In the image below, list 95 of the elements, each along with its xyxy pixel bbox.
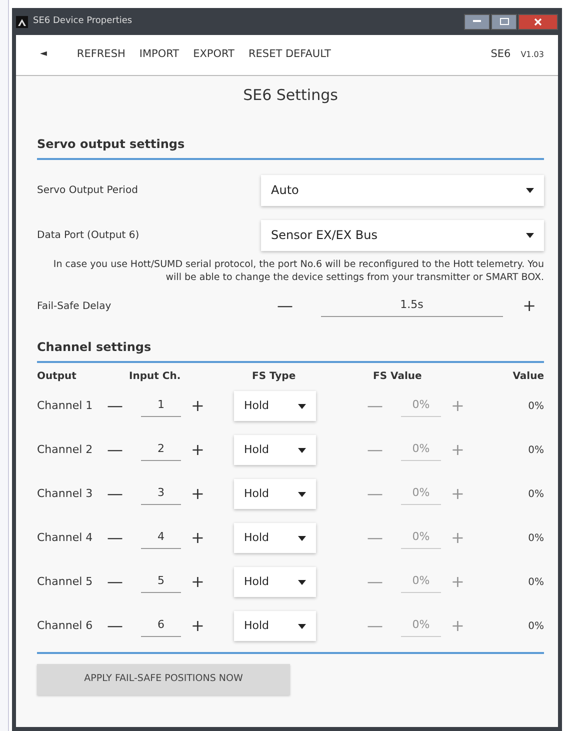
toolbar-button[interactable]: IMPORT xyxy=(137,47,182,63)
app-logo-icon xyxy=(16,16,28,28)
minus-button[interactable]: — xyxy=(261,298,309,314)
plus-button: + xyxy=(451,486,464,502)
field-label: Servo Output Period xyxy=(37,184,139,198)
plus-button: + xyxy=(451,574,464,590)
info-note: In case you use Hott/SUMD serial protocol, the port No.6 will be reconfigured to the Hott telemetry. You will be able to change the device settings from your transmitter or SMART BOX. xyxy=(52,258,544,284)
column-header: Input Ch. xyxy=(128,370,182,384)
fs-value-field: 0% xyxy=(401,571,441,593)
channel-value: 0% xyxy=(527,576,544,590)
channel-label: Channel 3 xyxy=(37,486,94,502)
field-label: Data Port (Output 6) xyxy=(37,228,140,242)
minus-button[interactable]: — xyxy=(99,618,131,634)
column-header: FS Type xyxy=(251,370,297,384)
fs-type-select[interactable]: Hold xyxy=(234,611,316,642)
channel-value: 0% xyxy=(527,444,544,458)
fs-type-select[interactable]: Hold xyxy=(234,391,316,422)
input-channel-field[interactable]: 6 xyxy=(141,615,181,637)
caret-icon xyxy=(298,580,306,585)
fs-type-select[interactable]: Hold xyxy=(234,567,316,598)
input-channel-field[interactable]: 5 xyxy=(141,571,181,593)
fs-type-select[interactable]: Hold xyxy=(234,435,316,466)
plus-button: + xyxy=(451,398,464,414)
version-label: V1.03 xyxy=(520,49,544,61)
plus-button[interactable]: + xyxy=(191,398,204,414)
column-header: FS Value xyxy=(372,370,423,384)
section-heading: Servo output settings xyxy=(37,134,544,160)
fs-value-field: 0% xyxy=(401,615,441,637)
plus-button: + xyxy=(451,442,464,458)
input-channel-field[interactable]: 2 xyxy=(141,439,181,461)
fs-value-field: 0% xyxy=(401,483,441,505)
channel-value: 0% xyxy=(527,620,544,634)
fs-type-select[interactable]: Hold xyxy=(234,523,316,554)
toolbar-button[interactable]: RESET DEFAULT xyxy=(246,47,333,63)
minus-button[interactable]: — xyxy=(99,442,131,458)
plus-button: + xyxy=(451,530,464,546)
channel-label: Channel 4 xyxy=(37,530,94,546)
channel-value: 0% xyxy=(527,400,544,414)
minus-button: — xyxy=(359,574,391,590)
apply-button[interactable]: APPLY FAIL-SAFE POSITIONS NOW xyxy=(37,664,290,696)
select-dropdown[interactable]: Sensor EX/EX Bus xyxy=(261,220,544,250)
plus-button[interactable]: + xyxy=(514,298,544,314)
fs-value-field: 0% xyxy=(401,395,441,417)
field-label: Fail-Safe Delay xyxy=(37,300,112,314)
minus-button: — xyxy=(359,486,391,502)
channel-value: 0% xyxy=(527,532,544,546)
maximize-button[interactable] xyxy=(491,14,517,30)
minimize-icon xyxy=(473,20,481,23)
plus-button[interactable]: + xyxy=(191,486,204,502)
back-button[interactable]: ◄ xyxy=(38,48,49,62)
page-title: SE6 Settings xyxy=(242,85,339,106)
caret-icon xyxy=(526,188,534,192)
caret-icon xyxy=(298,404,306,409)
minus-button[interactable]: — xyxy=(99,574,131,590)
caret-icon xyxy=(298,536,306,541)
caret-icon xyxy=(298,624,306,629)
minimize-button[interactable] xyxy=(464,14,490,30)
minus-button: — xyxy=(359,618,391,634)
close-button[interactable] xyxy=(518,14,558,30)
plus-button[interactable]: + xyxy=(191,442,204,458)
window-title: SE6 Device Properties xyxy=(33,14,132,28)
channel-label: Channel 1 xyxy=(37,398,94,414)
minus-button[interactable]: — xyxy=(99,486,131,502)
channel-label: Channel 6 xyxy=(37,618,94,634)
fs-type-select[interactable]: Hold xyxy=(234,479,316,510)
plus-button[interactable]: + xyxy=(191,574,204,590)
minus-button: — xyxy=(359,530,391,546)
column-header: Output xyxy=(37,370,78,384)
minus-button[interactable]: — xyxy=(99,398,131,414)
channel-value: 0% xyxy=(527,488,544,502)
fs-value-field: 0% xyxy=(401,527,441,549)
input-channel-field[interactable]: 4 xyxy=(141,527,181,549)
minus-button: — xyxy=(359,398,391,414)
fs-value-field: 0% xyxy=(401,439,441,461)
minus-button[interactable]: — xyxy=(99,530,131,546)
column-header: Value xyxy=(512,370,544,384)
channel-label: Channel 5 xyxy=(37,574,94,590)
plus-button[interactable]: + xyxy=(191,618,204,634)
select-dropdown[interactable]: Auto xyxy=(261,174,544,206)
plus-button[interactable]: + xyxy=(191,530,204,546)
device-name: SE6 xyxy=(490,47,511,62)
caret-icon xyxy=(526,232,534,238)
toolbar-button[interactable]: REFRESH xyxy=(74,47,128,63)
input-channel-field[interactable]: 1 xyxy=(141,395,181,417)
channel-label: Channel 2 xyxy=(37,442,94,458)
input-channel-field[interactable]: 3 xyxy=(141,483,181,505)
close-icon xyxy=(534,18,542,26)
plus-button: + xyxy=(451,618,464,634)
toolbar-button[interactable]: EXPORT xyxy=(191,47,236,63)
minus-button: — xyxy=(359,442,391,458)
caret-icon xyxy=(298,492,306,497)
maximize-icon xyxy=(500,18,508,25)
delay-value: 1.5s xyxy=(321,295,503,317)
caret-icon xyxy=(298,448,306,453)
section-heading: Channel settings xyxy=(37,338,544,364)
